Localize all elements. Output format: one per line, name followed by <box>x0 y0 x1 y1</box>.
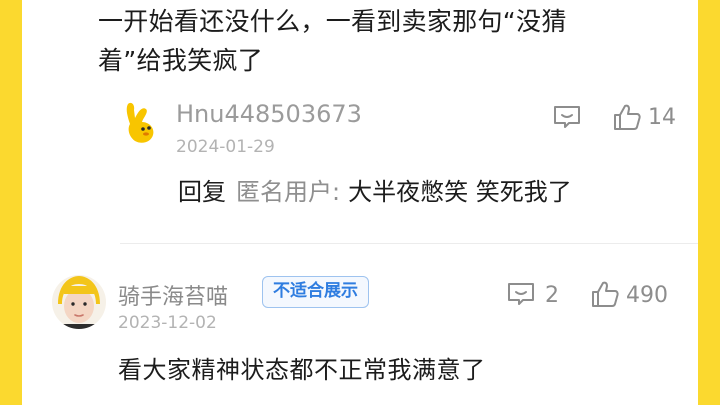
top-comment-line-1: 一开始看还没什么，一看到卖家那句“没猜 <box>98 7 567 36</box>
status-badge: 不适合展示 <box>262 276 369 308</box>
reply-target-user[interactable]: 匿名用户 <box>236 178 332 206</box>
comment-icon[interactable] <box>552 104 582 130</box>
top-comment-line-2: 着”给我笑疯了 <box>98 46 264 75</box>
reply-like-count: 14 <box>648 105 676 130</box>
comment-icon[interactable] <box>506 281 536 307</box>
reply-message: 大半夜憋笑 笑死我了 <box>348 178 572 206</box>
thumbs-up-icon[interactable] <box>590 279 620 309</box>
avatar-mascot-icon[interactable] <box>122 100 162 146</box>
thumbs-up-icon[interactable] <box>612 102 642 132</box>
reply-prefix: 回复 <box>178 178 226 206</box>
reply-username[interactable]: Hnu448503673 <box>176 100 362 128</box>
comment-reply-count: 2 <box>545 283 559 308</box>
top-comment-text: 一开始看还没什么，一看到卖家那句“没猜 着”给我笑疯了 <box>98 2 638 80</box>
comment-username[interactable]: 骑手海苔喵 <box>118 279 228 311</box>
comment-like-count: 490 <box>626 283 668 308</box>
divider <box>120 243 698 244</box>
user-avatar[interactable] <box>52 274 106 330</box>
reply-content: 回复 匿名用户: 大半夜憋笑 笑死我了 <box>178 172 572 207</box>
comment-text: 看大家精神状态都不正常我满意了 <box>118 356 486 384</box>
reply-colon: : <box>332 178 341 206</box>
comment-date: 2023-12-02 <box>118 313 217 333</box>
reply-date: 2024-01-29 <box>176 137 275 157</box>
